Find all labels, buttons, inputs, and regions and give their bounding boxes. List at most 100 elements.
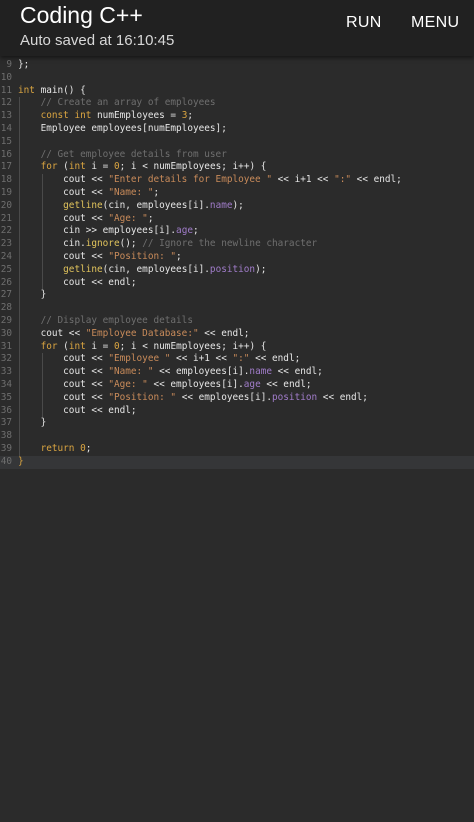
code-token: ( — [57, 161, 69, 173]
code-line[interactable]: 30 cout << "Employee Database:" << endl; — [0, 328, 474, 341]
code-token: int — [68, 340, 86, 352]
line-number: 27 — [0, 289, 12, 301]
code-line[interactable]: 15 — [0, 136, 474, 149]
code-line[interactable]: 20 getline(cin, employees[i].name); — [0, 200, 474, 213]
code-text: cin >> employees[i].age; — [18, 225, 199, 238]
code-line[interactable]: 11 int main() { — [0, 85, 474, 98]
line-number: 30 — [0, 327, 12, 339]
code-line[interactable]: 13 const int numEmployees = 3; — [0, 110, 474, 123]
code-token: getline — [63, 263, 103, 275]
code-token: Employee employees[numEmployees]; — [18, 122, 227, 134]
code-line[interactable]: 24 cout << "Position: "; — [0, 251, 474, 264]
code-line[interactable]: 16 // Get employee details from user — [0, 149, 474, 162]
code-line[interactable]: 34 cout << "Age: " << employees[i].age <… — [0, 379, 474, 392]
code-text: return 0; — [18, 442, 92, 456]
code-text: int main() { — [18, 85, 86, 98]
code-token: "Position: " — [108, 391, 177, 403]
code-line[interactable]: 29 // Display employee details — [0, 315, 474, 328]
code-line[interactable]: 40} — [0, 455, 474, 469]
code-token: (cin, employees[i]. — [102, 263, 210, 275]
code-lines[interactable]: 9}; 10 11 int main() {12 // Create an array… — [0, 59, 474, 469]
code-token: name — [209, 199, 233, 211]
code-token: ( — [57, 340, 69, 352]
line-number: 31 — [0, 340, 12, 352]
code-line[interactable]: 27 } — [0, 289, 474, 302]
code-line[interactable]: 10 — [0, 72, 474, 85]
code-line[interactable]: 12 // Create an array of employees — [0, 97, 474, 110]
code-line[interactable]: 39 return 0; — [0, 443, 474, 456]
code-token: return — [40, 442, 75, 454]
line-number: 13 — [0, 110, 12, 122]
code-token: cout << endl; — [18, 404, 137, 416]
code-line[interactable]: 26 cout << endl; — [0, 277, 474, 290]
code-line[interactable]: 25 getline(cin, employees[i].position); — [0, 264, 474, 277]
code-token: position — [209, 263, 256, 275]
code-token: << employees[i]. — [153, 366, 250, 378]
indent-guide — [42, 353, 43, 418]
code-line[interactable]: 37 } — [0, 417, 474, 430]
code-text: } — [18, 289, 47, 302]
code-token: "Age: " — [108, 378, 148, 390]
run-button[interactable]: RUN — [346, 14, 382, 32]
code-line[interactable]: 35 cout << "Position: " << employees[i].… — [0, 392, 474, 405]
code-line[interactable]: 36 cout << endl; — [0, 405, 474, 418]
code-token: }; — [18, 59, 30, 70]
indent-guide — [19, 97, 20, 456]
line-number: 23 — [0, 238, 12, 250]
code-token: getline — [63, 199, 103, 211]
code-text: for (int i = 0; i < numEmployees; i++) { — [18, 340, 267, 354]
line-number: 28 — [0, 302, 12, 314]
code-token: // Display employee details — [40, 314, 193, 326]
line-number: 32 — [0, 353, 12, 365]
line-number: 21 — [0, 212, 12, 224]
code-text: cout << "Age: "; — [18, 213, 153, 226]
line-number: 22 — [0, 225, 12, 237]
code-line[interactable]: 9}; — [0, 59, 474, 72]
code-token: ":" — [232, 353, 250, 365]
app-title: Coding C++ — [20, 2, 143, 28]
code-token: cout << — [18, 378, 109, 390]
code-line[interactable]: 32 cout << "Employee " << i+1 << ":" << … — [0, 353, 474, 366]
code-token: << endl; — [272, 366, 323, 378]
line-number: 17 — [0, 161, 12, 173]
code-token: cout << — [18, 212, 109, 224]
code-text: Employee employees[numEmployees]; — [18, 123, 227, 136]
code-line[interactable]: 17 for (int i = 0; i < numEmployees; i++… — [0, 161, 474, 174]
code-token: "Position: " — [108, 250, 177, 262]
menu-button[interactable]: MENU — [411, 14, 459, 32]
code-token: ); — [255, 263, 267, 275]
code-text: cout << endl; — [18, 277, 136, 290]
code-line[interactable]: 38 — [0, 430, 474, 443]
code-text: getline(cin, employees[i].position); — [18, 264, 266, 277]
line-number: 29 — [0, 314, 12, 326]
code-token: << i+1 << — [272, 174, 335, 186]
code-token: << endl; — [249, 353, 301, 365]
code-token: << endl; — [198, 327, 250, 339]
code-token: (); — [119, 238, 143, 250]
code-token: << employees[i]. — [147, 378, 244, 390]
line-number: 14 — [0, 122, 12, 134]
code-line[interactable]: 28 — [0, 302, 474, 315]
code-token: // Create an array of employees — [40, 97, 216, 109]
code-line[interactable]: 22 cin >> employees[i].age; — [0, 225, 474, 238]
code-line[interactable]: 33 cout << "Name: " << employees[i].name… — [0, 366, 474, 379]
code-line[interactable]: 19 cout << "Name: "; — [0, 187, 474, 200]
code-token: } — [18, 455, 24, 467]
code-line[interactable]: 31 for (int i = 0; i < numEmployees; i++… — [0, 341, 474, 354]
line-number: 9 — [6, 59, 12, 70]
code-token: for — [40, 161, 58, 173]
code-token: name — [249, 366, 272, 378]
code-line[interactable]: 18 cout << "Enter details for Employee "… — [0, 174, 474, 187]
code-text: cout << "Age: " << employees[i].age << e… — [18, 378, 311, 392]
code-line[interactable]: 21 cout << "Age: "; — [0, 213, 474, 226]
code-token: << endl; — [351, 174, 402, 186]
code-line[interactable]: 14 Employee employees[numEmployees]; — [0, 123, 474, 136]
line-number: 26 — [0, 276, 12, 288]
code-text: cout << "Employee " << i+1 << ":" << end… — [18, 353, 300, 366]
code-editor[interactable]: 9}; 10 11 int main() {12 // Create an array… — [0, 56, 474, 822]
code-token: } — [18, 417, 47, 429]
code-line[interactable]: 23 cin.ignore(); // Ignore the newline c… — [0, 238, 474, 251]
